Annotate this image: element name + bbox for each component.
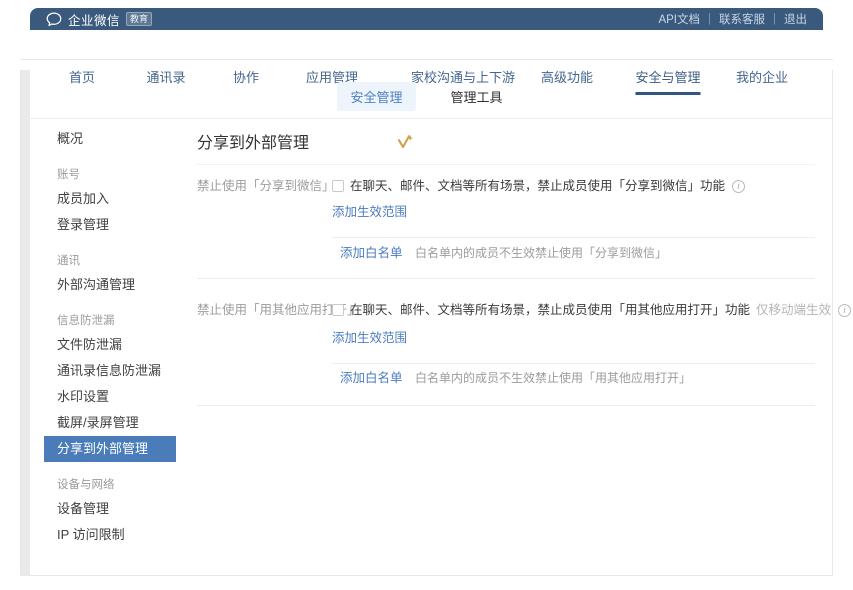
subtab-bar: 安全管理 管理工具 bbox=[20, 83, 833, 110]
sidebar-item-overview[interactable]: 概况 bbox=[30, 126, 183, 152]
section-divider bbox=[197, 405, 815, 406]
sidebar: 概况 账号 成员加入 登录管理 通讯 外部沟通管理 信息防泄漏 文件防泄漏 通讯… bbox=[30, 126, 183, 548]
share-to-wechat-checkbox-row: 在聊天、邮件、文档等所有场景，禁止成员使用「分享到微信」功能 i bbox=[332, 178, 745, 194]
sidebar-item-screenshot-mgmt[interactable]: 截屏/录屏管理 bbox=[30, 410, 183, 436]
section-inner-divider bbox=[332, 363, 815, 364]
sidebar-group-communication: 通讯 bbox=[30, 250, 183, 272]
app-title: 企业微信 bbox=[68, 10, 120, 29]
checkbox-label: 在聊天、邮件、文档等所有场景，禁止成员使用「分享到微信」功能 bbox=[350, 178, 725, 194]
title-divider bbox=[197, 164, 815, 165]
contact-support-link[interactable]: 联系客服 bbox=[719, 11, 765, 27]
divider: | bbox=[708, 13, 711, 25]
primary-nav: 首页 通讯录 协作 应用管理 家校沟通与上下游 高级功能 安全与管理 我的企业 bbox=[0, 30, 853, 59]
page: 企业微信 教育 API文档 | 联系客服 | 退出 首页 通讯录 协作 应用管理… bbox=[0, 0, 853, 590]
edition-badge: 教育 bbox=[126, 12, 152, 26]
wecom-bubble-icon bbox=[46, 12, 62, 27]
nav-divider bbox=[20, 59, 833, 60]
sidebar-group-account: 账号 bbox=[30, 164, 183, 186]
top-bar: 企业微信 教育 API文档 | 联系客服 | 退出 bbox=[30, 8, 823, 30]
app-logo[interactable]: 企业微信 教育 bbox=[46, 10, 152, 29]
share-to-wechat-checkbox[interactable] bbox=[332, 180, 344, 192]
scope-row: 添加生效范围 bbox=[332, 204, 407, 220]
sidebar-item-share-external[interactable]: 分享到外部管理 bbox=[44, 436, 176, 462]
info-icon[interactable]: i bbox=[732, 180, 745, 193]
topbar-links: API文档 | 联系客服 | 退出 bbox=[658, 11, 807, 27]
whitelist-row: 添加白名单 白名单内的成员不生效禁止使用「用其他应用打开」 bbox=[340, 370, 691, 386]
sidebar-item-login-mgmt[interactable]: 登录管理 bbox=[30, 212, 183, 238]
section-inner-divider bbox=[332, 237, 815, 238]
sidebar-group-dlp: 信息防泄漏 bbox=[30, 310, 183, 332]
whitelist-description: 白名单内的成员不生效禁止使用「分享到微信」 bbox=[415, 246, 667, 260]
tab-management-tools[interactable]: 管理工具 bbox=[438, 82, 516, 111]
left-gutter bbox=[21, 70, 30, 575]
card-border-bottom bbox=[20, 575, 833, 576]
add-whitelist-link[interactable]: 添加白名单 bbox=[340, 246, 403, 260]
scope-row: 添加生效范围 bbox=[332, 330, 407, 346]
logout-link[interactable]: 退出 bbox=[784, 11, 807, 27]
sidebar-item-watermark[interactable]: 水印设置 bbox=[30, 384, 183, 410]
add-whitelist-link[interactable]: 添加白名单 bbox=[340, 371, 403, 385]
sidebar-group-device-network: 设备与网络 bbox=[30, 474, 183, 496]
add-scope-link[interactable]: 添加生效范围 bbox=[332, 205, 407, 219]
sidebar-item-ip-restriction[interactable]: IP 访问限制 bbox=[30, 522, 183, 548]
section-label-share-to-wechat: 禁止使用「分享到微信」 bbox=[197, 178, 329, 194]
open-with-other-apps-checkbox[interactable] bbox=[332, 304, 344, 316]
sidebar-item-file-dlp[interactable]: 文件防泄漏 bbox=[30, 332, 183, 358]
tab-security-management[interactable]: 安全管理 bbox=[337, 82, 415, 111]
section-divider bbox=[197, 278, 815, 279]
add-scope-link[interactable]: 添加生效范围 bbox=[332, 331, 407, 345]
card-border-right bbox=[832, 70, 833, 575]
whitelist-row: 添加白名单 白名单内的成员不生效禁止使用「分享到微信」 bbox=[340, 245, 667, 261]
title-row: 分享到外部管理 bbox=[197, 129, 414, 153]
open-with-other-apps-checkbox-row: 在聊天、邮件、文档等所有场景，禁止成员使用「用其他应用打开」功能 仅移动端生效 … bbox=[332, 302, 851, 318]
info-icon[interactable]: i bbox=[838, 304, 851, 317]
sidebar-item-contacts-dlp[interactable]: 通讯录信息防泄漏 bbox=[30, 358, 183, 384]
whitelist-description: 白名单内的成员不生效禁止使用「用其他应用打开」 bbox=[415, 371, 691, 385]
checkbox-label: 在聊天、邮件、文档等所有场景，禁止成员使用「用其他应用打开」功能 bbox=[350, 302, 750, 318]
sidebar-item-device-mgmt[interactable]: 设备管理 bbox=[30, 496, 183, 522]
section-label-open-with-other-apps: 禁止使用「用其他应用打开」 bbox=[197, 302, 329, 318]
premium-feature-icon bbox=[397, 134, 414, 149]
sidebar-item-external-comm[interactable]: 外部沟通管理 bbox=[30, 272, 183, 298]
sidebar-item-member-join[interactable]: 成员加入 bbox=[30, 186, 183, 212]
mobile-only-note: 仅移动端生效 bbox=[756, 302, 831, 318]
api-docs-link[interactable]: API文档 bbox=[658, 11, 700, 27]
divider: | bbox=[773, 13, 776, 25]
page-title: 分享到外部管理 bbox=[197, 129, 309, 153]
main-content: 分享到外部管理 禁止使用「分享到微信」 在聊天、邮件、文档等所有场景，禁止成员使… bbox=[197, 118, 815, 575]
